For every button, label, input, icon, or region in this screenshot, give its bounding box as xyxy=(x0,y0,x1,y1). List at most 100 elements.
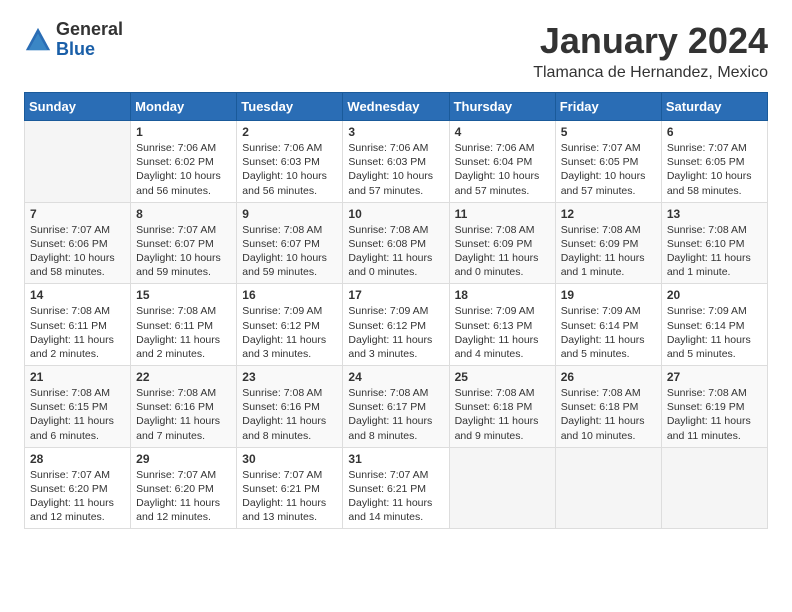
day-info: Sunrise: 7:09 AM Sunset: 6:12 PM Dayligh… xyxy=(242,304,337,361)
day-number: 6 xyxy=(667,125,762,139)
day-info: Sunrise: 7:08 AM Sunset: 6:11 PM Dayligh… xyxy=(30,304,125,361)
calendar-table: SundayMondayTuesdayWednesdayThursdayFrid… xyxy=(24,92,768,529)
header-cell-friday: Friday xyxy=(555,93,661,121)
calendar-week-4: 28 Sunrise: 7:07 AM Sunset: 6:20 PM Dayli… xyxy=(25,447,768,529)
calendar-cell xyxy=(25,121,131,203)
day-number: 2 xyxy=(242,125,337,139)
day-number: 4 xyxy=(455,125,550,139)
calendar-week-3: 21Sunrise: 7:08 AM Sunset: 6:15 PM Dayli… xyxy=(25,366,768,448)
calendar-cell: 7 Sunrise: 7:07 AM Sunset: 6:06 PM Daylig… xyxy=(25,202,131,284)
day-number: 16 xyxy=(242,288,337,302)
day-info: Sunrise: 7:09 AM Sunset: 6:14 PM Dayligh… xyxy=(561,304,656,361)
day-number: 28 xyxy=(30,452,125,466)
day-info: Sunrise: 7:07 AM Sunset: 6:07 PM Dayligh… xyxy=(136,223,231,280)
day-number: 30 xyxy=(242,452,337,466)
calendar-cell: 11 Sunrise: 7:08 AM Sunset: 6:09 PM Dayli… xyxy=(449,202,555,284)
day-info: Sunrise: 7:06 AM Sunset: 6:04 PM Dayligh… xyxy=(455,141,550,198)
day-number: 13 xyxy=(667,207,762,221)
calendar-cell: 9 Sunrise: 7:08 AM Sunset: 6:07 PM Daylig… xyxy=(237,202,343,284)
calendar-cell: 17Sunrise: 7:09 AM Sunset: 6:12 PM Dayli… xyxy=(343,284,449,366)
day-info: Sunrise: 7:07 AM Sunset: 6:06 PM Dayligh… xyxy=(30,223,125,280)
calendar-cell: 13 Sunrise: 7:08 AM Sunset: 6:10 PM Dayli… xyxy=(661,202,767,284)
calendar-cell xyxy=(449,447,555,529)
calendar-cell: 20 Sunrise: 7:09 AM Sunset: 6:14 PM Dayli… xyxy=(661,284,767,366)
calendar-cell: 12Sunrise: 7:08 AM Sunset: 6:09 PM Dayli… xyxy=(555,202,661,284)
day-number: 10 xyxy=(348,207,443,221)
location-title: Tlamanca de Hernandez, Mexico xyxy=(533,64,768,82)
day-number: 14 xyxy=(30,288,125,302)
day-info: Sunrise: 7:07 AM Sunset: 6:21 PM Dayligh… xyxy=(348,468,443,525)
day-number: 22 xyxy=(136,370,231,384)
day-info: Sunrise: 7:08 AM Sunset: 6:11 PM Dayligh… xyxy=(136,304,231,361)
calendar-cell: 14 Sunrise: 7:08 AM Sunset: 6:11 PM Dayli… xyxy=(25,284,131,366)
calendar-cell: 6 Sunrise: 7:07 AM Sunset: 6:05 PM Daylig… xyxy=(661,121,767,203)
day-info: Sunrise: 7:08 AM Sunset: 6:18 PM Dayligh… xyxy=(455,386,550,443)
day-number: 9 xyxy=(242,207,337,221)
calendar-cell: 28 Sunrise: 7:07 AM Sunset: 6:20 PM Dayli… xyxy=(25,447,131,529)
calendar-cell: 16 Sunrise: 7:09 AM Sunset: 6:12 PM Dayli… xyxy=(237,284,343,366)
day-info: Sunrise: 7:07 AM Sunset: 6:05 PM Dayligh… xyxy=(561,141,656,198)
day-number: 29 xyxy=(136,452,231,466)
day-info: Sunrise: 7:08 AM Sunset: 6:09 PM Dayligh… xyxy=(561,223,656,280)
header-cell-monday: Monday xyxy=(131,93,237,121)
day-info: Sunrise: 7:09 AM Sunset: 6:13 PM Dayligh… xyxy=(455,304,550,361)
day-info: Sunrise: 7:08 AM Sunset: 6:15 PM Dayligh… xyxy=(30,386,125,443)
header-cell-wednesday: Wednesday xyxy=(343,93,449,121)
day-number: 27 xyxy=(667,370,762,384)
title-block: January 2024 Tlamanca de Hernandez, Mexi… xyxy=(533,20,768,82)
calendar-cell: 25 Sunrise: 7:08 AM Sunset: 6:18 PM Dayli… xyxy=(449,366,555,448)
calendar-cell: 1 Sunrise: 7:06 AM Sunset: 6:02 PM Daylig… xyxy=(131,121,237,203)
month-title: January 2024 xyxy=(533,20,768,62)
day-info: Sunrise: 7:08 AM Sunset: 6:08 PM Dayligh… xyxy=(348,223,443,280)
calendar-cell: 2Sunrise: 7:06 AM Sunset: 6:03 PM Daylig… xyxy=(237,121,343,203)
day-info: Sunrise: 7:08 AM Sunset: 6:17 PM Dayligh… xyxy=(348,386,443,443)
day-number: 11 xyxy=(455,207,550,221)
day-number: 19 xyxy=(561,288,656,302)
calendar-cell: 3Sunrise: 7:06 AM Sunset: 6:03 PM Daylig… xyxy=(343,121,449,203)
day-number: 8 xyxy=(136,207,231,221)
calendar-cell: 27 Sunrise: 7:08 AM Sunset: 6:19 PM Dayli… xyxy=(661,366,767,448)
calendar-cell xyxy=(555,447,661,529)
calendar-cell: 4 Sunrise: 7:06 AM Sunset: 6:04 PM Daylig… xyxy=(449,121,555,203)
calendar-cell: 23Sunrise: 7:08 AM Sunset: 6:16 PM Dayli… xyxy=(237,366,343,448)
calendar-cell: 8 Sunrise: 7:07 AM Sunset: 6:07 PM Daylig… xyxy=(131,202,237,284)
day-number: 26 xyxy=(561,370,656,384)
logo-icon xyxy=(24,26,52,54)
day-number: 7 xyxy=(30,207,125,221)
day-number: 1 xyxy=(136,125,231,139)
day-number: 18 xyxy=(455,288,550,302)
day-number: 5 xyxy=(561,125,656,139)
day-info: Sunrise: 7:07 AM Sunset: 6:05 PM Dayligh… xyxy=(667,141,762,198)
calendar-cell: 15 Sunrise: 7:08 AM Sunset: 6:11 PM Dayli… xyxy=(131,284,237,366)
day-number: 15 xyxy=(136,288,231,302)
calendar-week-0: 1 Sunrise: 7:06 AM Sunset: 6:02 PM Daylig… xyxy=(25,121,768,203)
day-info: Sunrise: 7:06 AM Sunset: 6:02 PM Dayligh… xyxy=(136,141,231,198)
day-info: Sunrise: 7:09 AM Sunset: 6:14 PM Dayligh… xyxy=(667,304,762,361)
calendar-cell: 21Sunrise: 7:08 AM Sunset: 6:15 PM Dayli… xyxy=(25,366,131,448)
day-number: 24 xyxy=(348,370,443,384)
day-info: Sunrise: 7:08 AM Sunset: 6:18 PM Dayligh… xyxy=(561,386,656,443)
calendar-cell: 30 Sunrise: 7:07 AM Sunset: 6:21 PM Dayli… xyxy=(237,447,343,529)
header-cell-thursday: Thursday xyxy=(449,93,555,121)
calendar-cell: 26 Sunrise: 7:08 AM Sunset: 6:18 PM Dayli… xyxy=(555,366,661,448)
day-info: Sunrise: 7:07 AM Sunset: 6:21 PM Dayligh… xyxy=(242,468,337,525)
day-number: 25 xyxy=(455,370,550,384)
calendar-cell: 19 Sunrise: 7:09 AM Sunset: 6:14 PM Dayli… xyxy=(555,284,661,366)
logo-general-text: General xyxy=(56,20,123,40)
day-number: 23 xyxy=(242,370,337,384)
calendar-cell: 29Sunrise: 7:07 AM Sunset: 6:20 PM Dayli… xyxy=(131,447,237,529)
calendar-cell: 22 Sunrise: 7:08 AM Sunset: 6:16 PM Dayli… xyxy=(131,366,237,448)
day-info: Sunrise: 7:08 AM Sunset: 6:16 PM Dayligh… xyxy=(136,386,231,443)
day-info: Sunrise: 7:07 AM Sunset: 6:20 PM Dayligh… xyxy=(30,468,125,525)
day-number: 20 xyxy=(667,288,762,302)
calendar-cell: 18 Sunrise: 7:09 AM Sunset: 6:13 PM Dayli… xyxy=(449,284,555,366)
day-info: Sunrise: 7:08 AM Sunset: 6:07 PM Dayligh… xyxy=(242,223,337,280)
day-info: Sunrise: 7:08 AM Sunset: 6:19 PM Dayligh… xyxy=(667,386,762,443)
logo: General Blue xyxy=(24,20,123,60)
header-cell-sunday: Sunday xyxy=(25,93,131,121)
day-number: 3 xyxy=(348,125,443,139)
day-info: Sunrise: 7:08 AM Sunset: 6:09 PM Dayligh… xyxy=(455,223,550,280)
day-info: Sunrise: 7:08 AM Sunset: 6:10 PM Dayligh… xyxy=(667,223,762,280)
calendar-cell: 31Sunrise: 7:07 AM Sunset: 6:21 PM Dayli… xyxy=(343,447,449,529)
calendar-body: 1 Sunrise: 7:06 AM Sunset: 6:02 PM Daylig… xyxy=(25,121,768,529)
